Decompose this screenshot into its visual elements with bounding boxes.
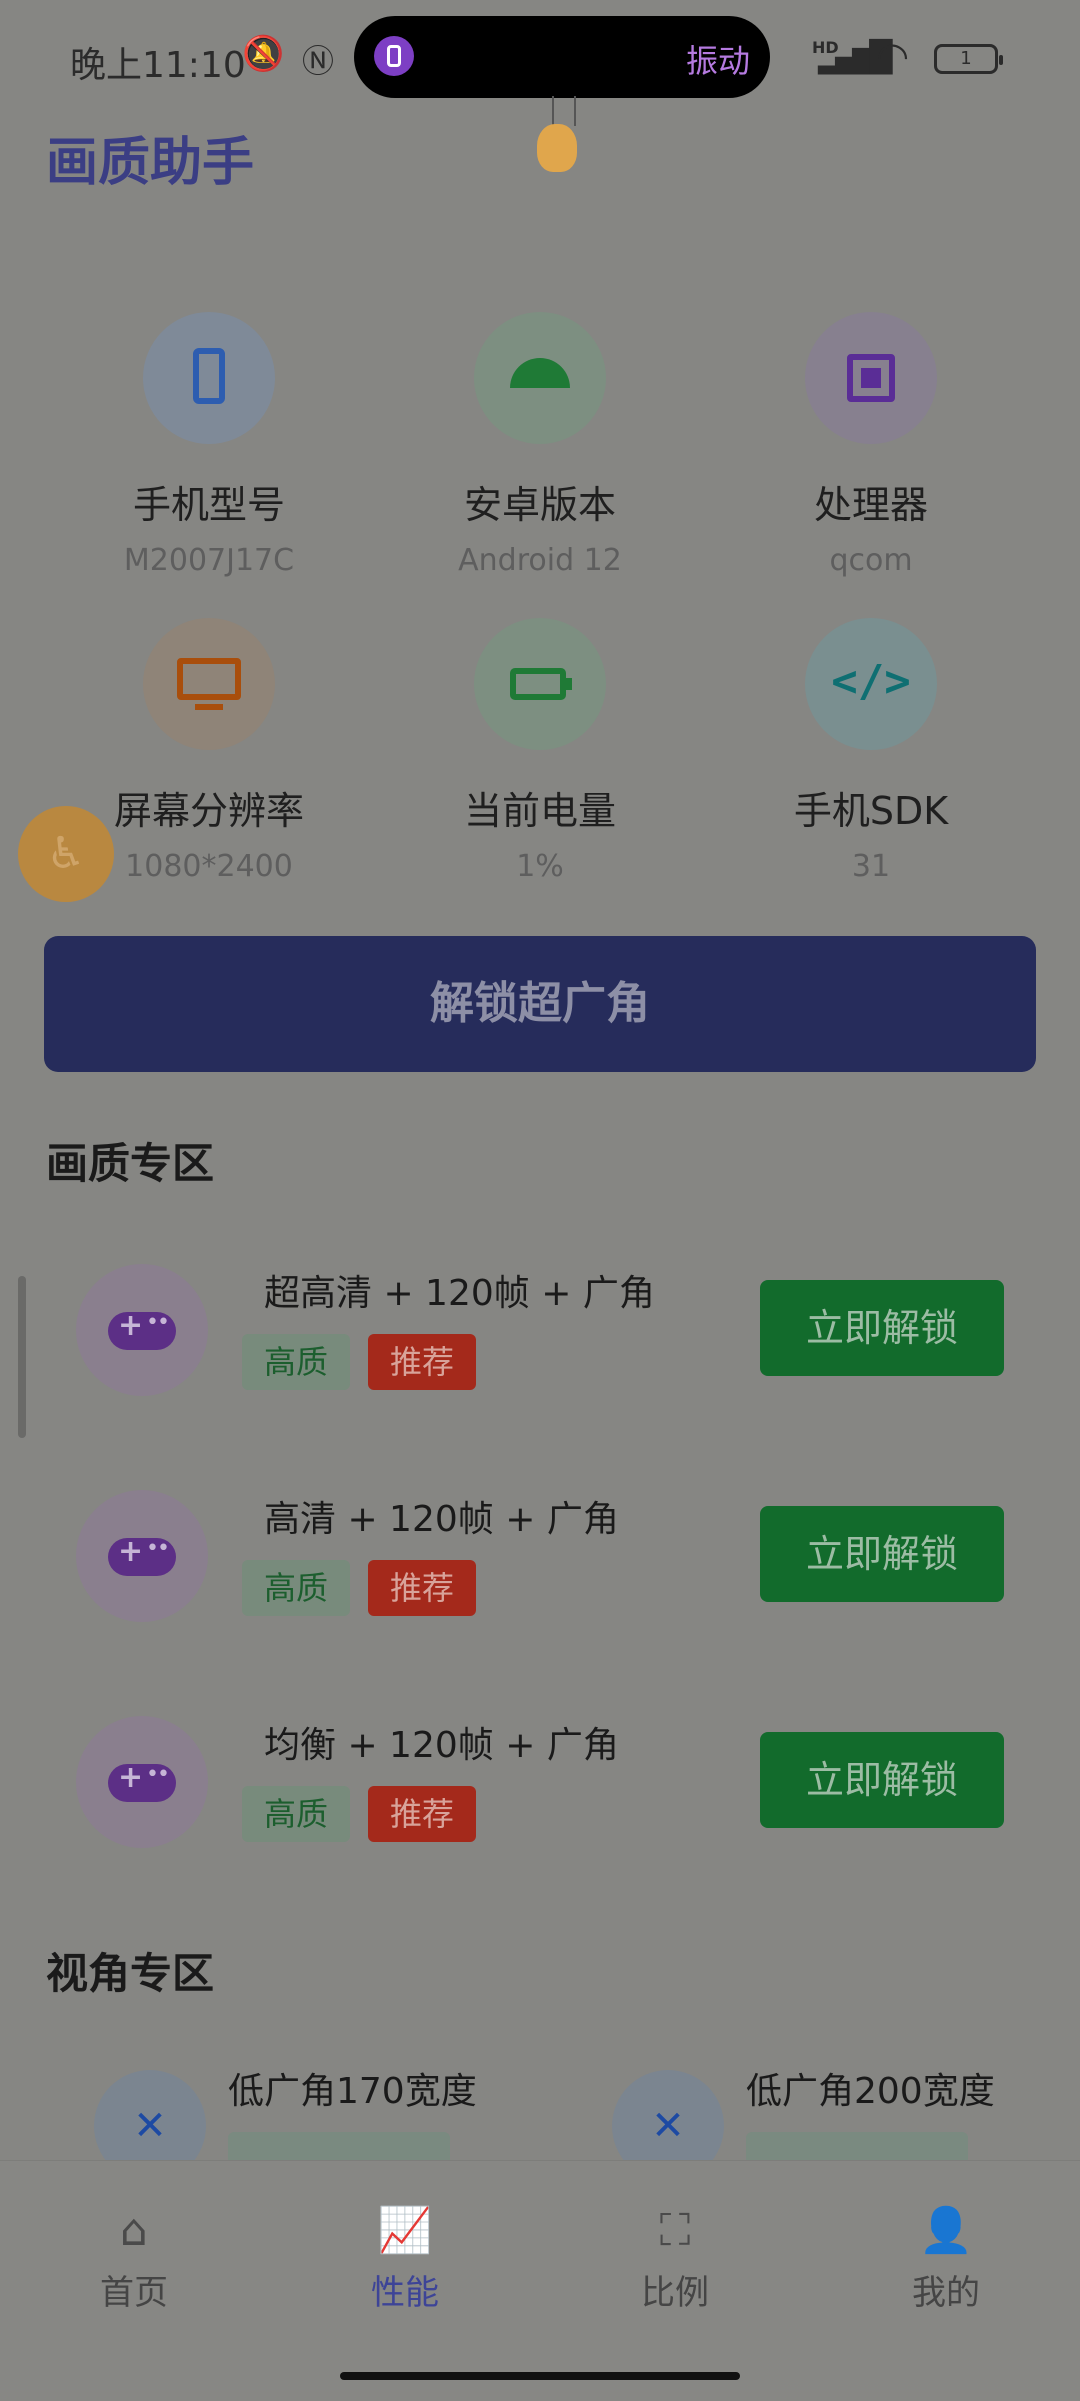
section-title-quality: 画质专区 (46, 1139, 215, 1188)
accessibility-icon: ♿ (46, 828, 86, 879)
unlock-wide-angle-button[interactable]: 解锁超广角 (44, 936, 1036, 1072)
quality-item-title: 高清 + 120帧 + 广角 (264, 1499, 619, 1540)
home-icon: ⌂ (120, 2205, 148, 2256)
section-title-view: 视角专区 (46, 1949, 215, 1998)
quality-item-title: 超高清 + 120帧 + 广角 (264, 1273, 655, 1314)
dynamic-island[interactable]: 振动 (354, 16, 770, 98)
view-item-title[interactable]: 低广角200宽度 (746, 2062, 995, 2114)
gamepad-icon-circle (76, 1490, 208, 1622)
nav-item-home[interactable]: ⌂ 首页 (34, 2203, 234, 2314)
chart-icon: 📈 (377, 2205, 433, 2256)
view-item-tag (746, 2132, 968, 2160)
info-label: 处理器 (813, 483, 928, 527)
gamepad-icon (108, 1308, 176, 1350)
accessibility-button[interactable]: ♿ (18, 806, 114, 902)
vibrate-icon (374, 36, 414, 76)
tag-high-quality: 高质 (242, 1334, 351, 1390)
view-item-title[interactable]: 低广角170宽度 (228, 2062, 477, 2114)
info-value: Android 12 (458, 543, 622, 578)
android-icon (474, 312, 606, 444)
info-value: M2007J17C (123, 543, 295, 578)
gamepad-icon-circle (76, 1716, 208, 1848)
nav-item-mine[interactable]: 👤 我的 (846, 2203, 1046, 2314)
wifi-icon: ◠ (876, 34, 910, 78)
info-processor: 处理器 qcom (706, 312, 1036, 578)
quality-item: 均衡 + 120帧 + 广角 高质 推荐 立即解锁 (0, 1716, 1080, 1916)
mute-bell-icon: 🔕 (242, 34, 285, 74)
info-value: 31 (851, 849, 891, 884)
expand-icon-circle: ✕ (94, 2070, 206, 2160)
mascot-string (574, 96, 576, 126)
tag-recommended: 推荐 (368, 1560, 477, 1616)
page-title: 画质助手 (46, 133, 255, 193)
nav-label: 比例 (641, 2273, 709, 2313)
expand-icon: ✕ (651, 2103, 685, 2149)
fullscreen-icon: ⛶ (659, 2205, 691, 2256)
expand-icon-circle: ✕ (612, 2070, 724, 2160)
unlock-now-button[interactable]: 立即解锁 (760, 1732, 1004, 1828)
nfc-icon: Ⓝ (302, 42, 335, 80)
expand-icon: ✕ (133, 2103, 167, 2149)
bottom-nav: ⌂ 首页 📈 性能 ⛶ 比例 👤 我的 (0, 2160, 1080, 2401)
status-time: 晚上11:10 (70, 45, 246, 86)
view-item-tag (228, 2132, 450, 2160)
tag-high-quality: 高质 (242, 1560, 351, 1616)
info-battery: 当前电量 1% (375, 618, 705, 884)
info-label: 当前电量 (463, 789, 616, 833)
battery-indicator: 1 (934, 44, 1003, 74)
info-phone-model: 手机型号 M2007J17C (44, 312, 374, 578)
gamepad-icon (108, 1760, 176, 1802)
info-value: 1% (516, 849, 564, 884)
chip-icon (805, 312, 937, 444)
info-label: 手机SDK (793, 789, 949, 833)
quality-item-title: 均衡 + 120帧 + 广角 (264, 1725, 619, 1766)
phone-icon (143, 312, 275, 444)
home-indicator[interactable] (340, 2372, 740, 2380)
view-items-row: ✕ 低广角170宽度 ✕ 低广角200宽度 (0, 2060, 1080, 2160)
tag-recommended: 推荐 (368, 1334, 477, 1390)
code-icon: </> (805, 618, 937, 750)
nav-label: 性能 (371, 2273, 439, 2313)
info-label: 手机型号 (132, 483, 285, 527)
nav-item-ratio[interactable]: ⛶ 比例 (575, 2203, 775, 2314)
gamepad-icon-circle (76, 1264, 208, 1396)
info-sdk: </> 手机SDK 31 (706, 618, 1036, 884)
unlock-now-button[interactable]: 立即解锁 (760, 1280, 1004, 1376)
mascot-icon[interactable] (537, 124, 577, 172)
monitor-icon (143, 618, 275, 750)
tag-recommended: 推荐 (368, 1786, 477, 1842)
island-label: 振动 (685, 42, 750, 80)
quality-item: 高清 + 120帧 + 广角 高质 推荐 立即解锁 (0, 1490, 1080, 1690)
tag-high-quality: 高质 (242, 1786, 351, 1842)
quality-item: 超高清 + 120帧 + 广角 高质 推荐 立即解锁 (0, 1264, 1080, 1464)
nav-item-performance[interactable]: 📈 性能 (305, 2203, 505, 2314)
info-value: qcom (829, 543, 913, 578)
nav-label: 我的 (912, 2273, 980, 2313)
battery-icon (474, 618, 606, 750)
mascot-string (552, 96, 554, 126)
info-label: 安卓版本 (463, 483, 616, 527)
gamepad-icon (108, 1534, 176, 1576)
info-android-version: 安卓版本 Android 12 (375, 312, 705, 578)
nav-label: 首页 (100, 2273, 168, 2313)
person-icon: 👤 (918, 2205, 974, 2256)
unlock-now-button[interactable]: 立即解锁 (760, 1506, 1004, 1602)
